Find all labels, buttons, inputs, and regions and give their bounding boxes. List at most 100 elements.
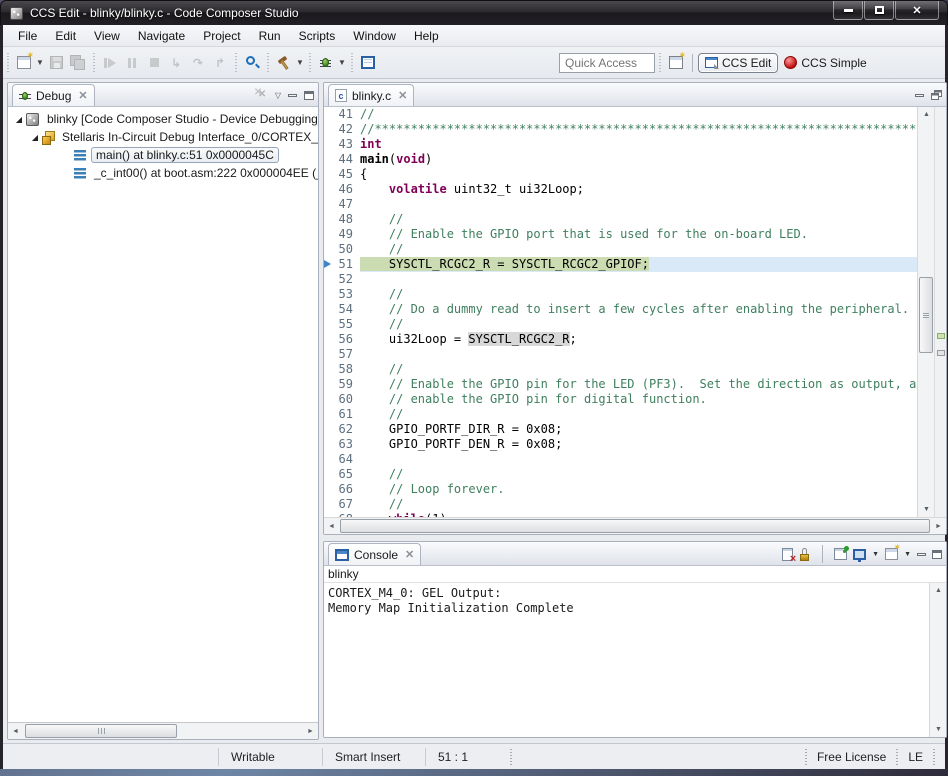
code-line[interactable]: 67 // — [324, 497, 917, 512]
open-window-button[interactable] — [357, 52, 379, 74]
code-line[interactable]: 44 main(void) — [324, 152, 917, 167]
menu-edit[interactable]: Edit — [46, 26, 85, 46]
new-file-button[interactable] — [13, 50, 35, 74]
code-area[interactable]: 41//42//********************************… — [324, 107, 917, 517]
code-line[interactable]: 49 // Enable the GPIO port that is used … — [324, 227, 917, 242]
code-line[interactable]: 54 // Do a dummy read to insert a few cy… — [324, 302, 917, 317]
tab-debug-close-icon[interactable]: ✕ — [78, 89, 87, 102]
build-button[interactable] — [273, 52, 295, 74]
code-line[interactable]: 61 // — [324, 407, 917, 422]
resume-button[interactable] — [99, 52, 121, 74]
tab-blinky-c[interactable]: c blinky.c ✕ — [328, 84, 415, 106]
scroll-lock-icon[interactable] — [799, 547, 811, 561]
expand-arrow-icon[interactable]: ◢ — [28, 133, 42, 142]
code-line[interactable]: 58 // — [324, 362, 917, 377]
pin-console-icon[interactable] — [834, 546, 850, 560]
code-line[interactable]: 60 // enable the GPIO pin for digital fu… — [324, 392, 917, 407]
maximize-console-icon[interactable] — [932, 549, 942, 559]
code-line[interactable]: 41// — [324, 107, 917, 122]
debug-dropdown[interactable]: ▼ — [337, 52, 347, 74]
terminate-button[interactable] — [143, 52, 165, 74]
maximize-view-icon[interactable] — [304, 90, 314, 100]
debug-hscrollbar[interactable]: ◄ ► — [8, 722, 318, 739]
menu-help[interactable]: Help — [405, 26, 448, 46]
code-line[interactable]: 63 GPIO_PORTF_DEN_R = 0x08; — [324, 437, 917, 452]
tree-item[interactable]: ◢ Stellaris In-Circuit Debug Interface_0/… — [8, 128, 318, 146]
scroll-down-icon[interactable]: ▼ — [930, 722, 946, 737]
scroll-left-icon[interactable]: ◄ — [324, 518, 339, 534]
view-menu-icon[interactable]: ▽ — [275, 91, 281, 100]
minimize-editor-icon[interactable] — [915, 93, 924, 97]
occurrence-marker[interactable] — [937, 350, 945, 356]
step-into-button[interactable]: ↳ — [165, 52, 187, 74]
code-line[interactable]: 59 // Enable the GPIO pin for the LED (P… — [324, 377, 917, 392]
scroll-left-icon[interactable]: ◄ — [8, 723, 23, 739]
debug-line-marker[interactable] — [937, 333, 945, 339]
pause-button[interactable] — [121, 52, 143, 74]
scroll-down-icon[interactable]: ▼ — [918, 502, 935, 517]
tab-console[interactable]: Console ✕ — [328, 543, 422, 565]
code-line[interactable]: 46 volatile uint32_t ui32Loop; — [324, 182, 917, 197]
code-line[interactable]: 64 — [324, 452, 917, 467]
minimize-view-icon[interactable] — [288, 93, 297, 97]
build-dropdown[interactable]: ▼ — [295, 52, 305, 74]
new-file-dropdown[interactable]: ▼ — [35, 52, 45, 74]
code-line[interactable]: 55 // — [324, 317, 917, 332]
code-line[interactable]: 50 // — [324, 242, 917, 257]
debug-button[interactable] — [315, 52, 337, 74]
open-perspective-button[interactable] — [665, 50, 687, 74]
quick-access-input[interactable] — [559, 52, 655, 73]
step-over-button[interactable]: ↷ — [187, 52, 209, 74]
save-all-button[interactable] — [67, 52, 89, 74]
expand-arrow-icon[interactable]: ◢ — [12, 115, 26, 124]
search-button[interactable] — [241, 52, 263, 74]
menu-scripts[interactable]: Scripts — [290, 26, 345, 46]
remove-all-terminated-icon[interactable] — [254, 87, 268, 101]
open-console-dropdown[interactable]: ▼ — [904, 551, 911, 558]
code-line[interactable]: 56 ui32Loop = SYSCTL_RCGC2_R; — [324, 332, 917, 347]
code-line[interactable]: 66 // Loop forever. — [324, 482, 917, 497]
code-line[interactable]: 48 // — [324, 212, 917, 227]
code-line[interactable]: 65 // — [324, 467, 917, 482]
code-line[interactable]: 52 — [324, 272, 917, 287]
code-line[interactable]: 51 SYSCTL_RCGC2_R = SYSCTL_RCGC2_GPIOF; — [324, 257, 917, 272]
tree-item[interactable]: ◢ blinky [Code Composer Studio - Device D… — [8, 110, 318, 128]
perspective-ccs-edit[interactable]: CCS Edit — [698, 52, 779, 73]
open-console-icon[interactable] — [885, 542, 901, 560]
display-console-icon[interactable] — [853, 548, 867, 562]
close-button[interactable]: ✕ — [895, 1, 939, 20]
minimize-console-icon[interactable] — [917, 552, 926, 556]
save-button[interactable] — [45, 52, 67, 74]
perspective-ccs-simple[interactable]: CCS Simple — [778, 54, 872, 72]
step-return-button[interactable]: ↱ — [209, 52, 231, 74]
console-output[interactable]: CORTEX_M4_0: GEL Output: Memory Map Initi… — [324, 583, 929, 737]
code-line[interactable]: 53 // — [324, 287, 917, 302]
tab-console-close-icon[interactable]: ✕ — [405, 548, 414, 561]
overview-ruler[interactable] — [934, 107, 946, 517]
menu-run[interactable]: Run — [250, 26, 290, 46]
menu-file[interactable]: File — [9, 26, 46, 46]
menu-window[interactable]: Window — [344, 26, 405, 46]
scroll-up-icon[interactable]: ▲ — [918, 107, 935, 122]
restore-editor-icon[interactable] — [931, 90, 942, 100]
code-line[interactable]: 45{ — [324, 167, 917, 182]
code-line[interactable]: 42//************************************… — [324, 122, 917, 137]
code-line[interactable]: 47 — [324, 197, 917, 212]
tab-debug[interactable]: Debug ✕ — [12, 84, 95, 106]
code-line[interactable]: 43 int — [324, 137, 917, 152]
code-line[interactable]: 62 GPIO_PORTF_DIR_R = 0x08; — [324, 422, 917, 437]
console-vscrollbar[interactable]: ▲ ▼ — [929, 583, 946, 737]
menu-view[interactable]: View — [85, 26, 129, 46]
maximize-button[interactable] — [864, 1, 894, 20]
menu-project[interactable]: Project — [194, 26, 249, 46]
menu-navigate[interactable]: Navigate — [129, 26, 194, 46]
scroll-right-icon[interactable]: ► — [931, 518, 946, 534]
editor-vscrollbar[interactable]: ▲ ▼ — [917, 107, 934, 517]
editor-hscrollbar[interactable]: ◄ ► — [324, 517, 946, 534]
display-console-dropdown[interactable]: ▼ — [872, 551, 879, 558]
scroll-up-icon[interactable]: ▲ — [930, 583, 946, 598]
clear-console-icon[interactable] — [782, 547, 796, 565]
tree-item[interactable]: _c_int00() at boot.asm:222 0x000004EE (_… — [8, 164, 318, 182]
scroll-right-icon[interactable]: ► — [303, 723, 318, 739]
minimize-button[interactable] — [833, 1, 863, 20]
